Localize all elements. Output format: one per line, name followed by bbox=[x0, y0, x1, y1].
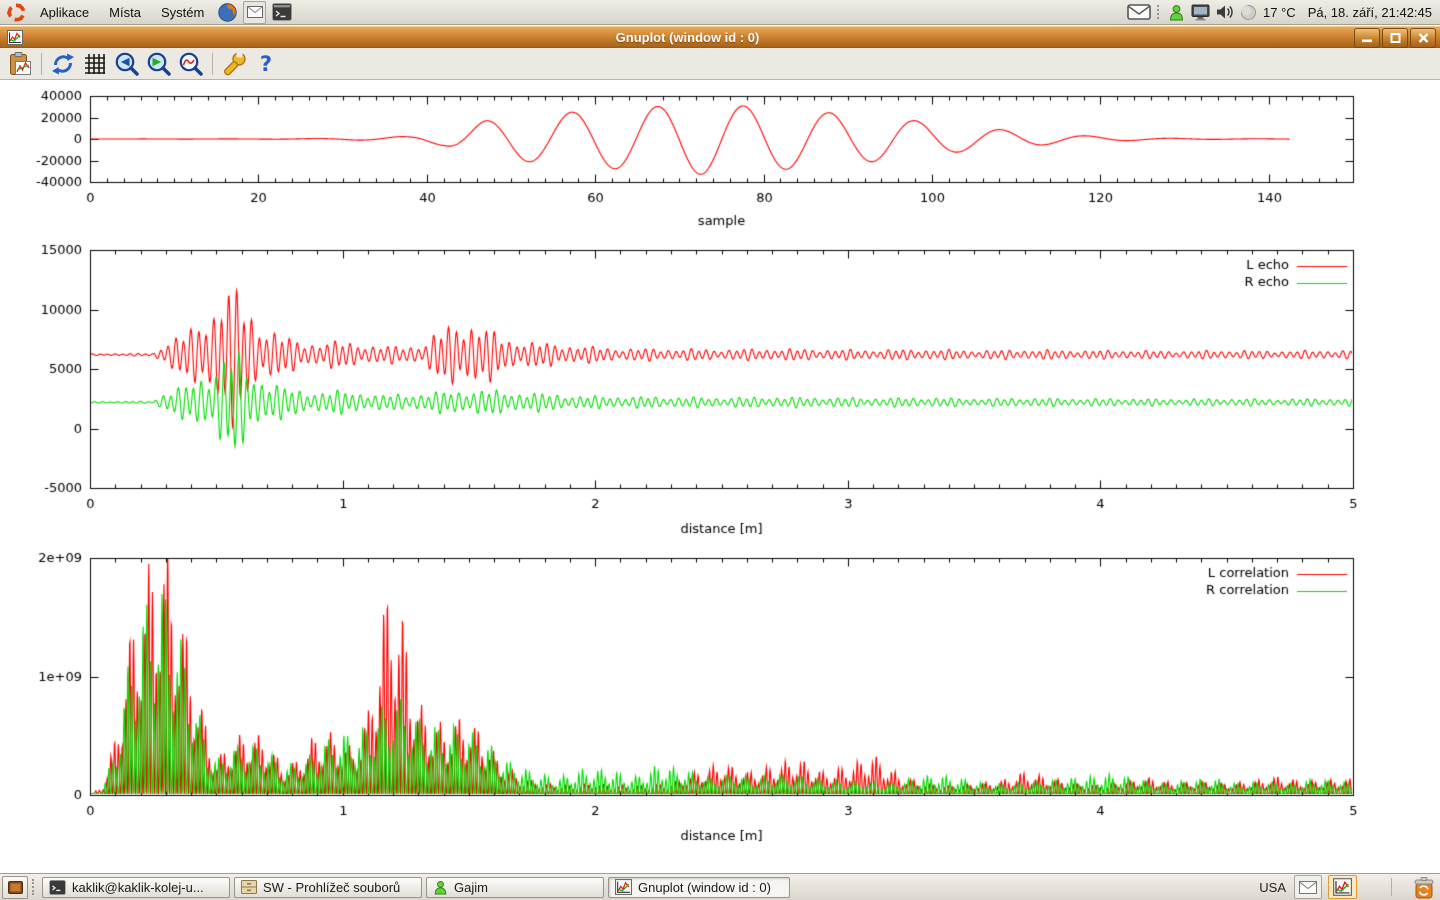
mail-tray-icon bbox=[1299, 881, 1317, 894]
task-label: kaklik@kaklik-kolej-u... bbox=[72, 880, 204, 895]
gajim-status-icon[interactable] bbox=[1168, 4, 1185, 21]
minimize-button[interactable] bbox=[1354, 28, 1380, 48]
gnome-top-panel: Aplikace Místa Systém bbox=[0, 0, 1440, 25]
menu-applications[interactable]: Aplikace bbox=[31, 3, 98, 22]
next-zoom-button[interactable] bbox=[145, 50, 173, 78]
window-title: Gnuplot (window id : 0) bbox=[23, 30, 1352, 45]
menu-places[interactable]: Místa bbox=[100, 3, 150, 22]
toolbar-separator bbox=[41, 53, 42, 75]
toggle-grid-button[interactable] bbox=[81, 50, 109, 78]
help-icon: ? bbox=[260, 52, 272, 76]
ubuntu-menu-icon[interactable] bbox=[5, 1, 28, 24]
volume-icon[interactable] bbox=[1216, 4, 1234, 20]
gnuplot-window-icon bbox=[7, 30, 23, 45]
weather-icon[interactable] bbox=[1240, 4, 1257, 21]
settings-wrench-button[interactable] bbox=[220, 50, 248, 78]
gnuplot-icon bbox=[615, 879, 632, 895]
maximize-button[interactable] bbox=[1382, 28, 1408, 48]
window-titlebar[interactable]: Gnuplot (window id : 0) bbox=[0, 26, 1440, 48]
copy-to-clipboard-button[interactable] bbox=[6, 50, 34, 78]
replot-button[interactable] bbox=[49, 50, 77, 78]
panel-tray: 17 °C Pá, 18. září, 21:42:45 bbox=[1127, 4, 1436, 21]
desktop: { "panel": { "menus": ["Aplikace", "Míst… bbox=[0, 0, 1440, 900]
gnuplot-tray-icon bbox=[1333, 878, 1352, 896]
task-label: Gajim bbox=[454, 880, 488, 895]
task-label: SW - Prohlížeč souborů bbox=[263, 880, 400, 895]
terminal-icon[interactable] bbox=[270, 1, 293, 24]
task-button-gajim[interactable]: Gajim bbox=[426, 877, 604, 898]
toolbar-separator bbox=[212, 53, 213, 75]
taskbar-tray: USA bbox=[1259, 875, 1438, 899]
autoscale-button[interactable] bbox=[177, 50, 205, 78]
gajim-icon bbox=[433, 880, 448, 895]
task-button-gnuplot[interactable]: Gnuplot (window id : 0) bbox=[608, 877, 790, 898]
taskbar: kaklik@kaklik-kolej-u... SW - Prohlížeč … bbox=[0, 873, 1440, 900]
keyboard-layout-indicator[interactable]: USA bbox=[1259, 880, 1286, 895]
show-desktop-button[interactable] bbox=[2, 876, 28, 899]
plots-canvas[interactable] bbox=[0, 0, 1440, 870]
gnuplot-toolbar: ? bbox=[0, 48, 1440, 80]
task-label: Gnuplot (window id : 0) bbox=[638, 880, 771, 895]
tray-separator bbox=[1391, 878, 1392, 896]
mail-icon[interactable] bbox=[243, 1, 266, 24]
mail-tray-button[interactable] bbox=[1294, 875, 1322, 899]
task-button-file-manager[interactable]: SW - Prohlížeč souborů bbox=[234, 877, 422, 898]
terminal-icon bbox=[49, 880, 66, 895]
menu-system[interactable]: Systém bbox=[152, 3, 213, 22]
gnuplot-tray-button[interactable] bbox=[1328, 875, 1357, 899]
help-button[interactable]: ? bbox=[252, 50, 280, 78]
trash-icon[interactable] bbox=[1412, 876, 1436, 899]
display-icon[interactable] bbox=[1191, 4, 1210, 21]
close-button[interactable] bbox=[1410, 28, 1436, 48]
task-button-terminal[interactable]: kaklik@kaklik-kolej-u... bbox=[42, 877, 230, 898]
file-manager-icon bbox=[241, 880, 257, 894]
previous-zoom-button[interactable] bbox=[113, 50, 141, 78]
mail-notification-icon[interactable] bbox=[1127, 4, 1151, 20]
firefox-icon[interactable] bbox=[216, 1, 239, 24]
tasklist-handle bbox=[32, 879, 38, 895]
temperature-label: 17 °C bbox=[1263, 5, 1296, 20]
clock-label[interactable]: Pá, 18. září, 21:42:45 bbox=[1308, 5, 1432, 20]
tray-separator bbox=[1157, 5, 1162, 19]
